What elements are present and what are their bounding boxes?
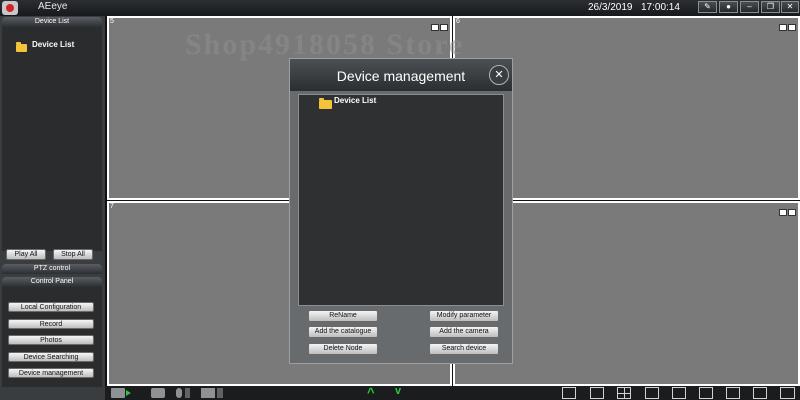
dialog-tree-root[interactable]: Device List — [334, 96, 376, 105]
layout-6-icon[interactable] — [645, 387, 659, 399]
speaker-icon[interactable] — [201, 388, 215, 398]
layout-36-icon[interactable] — [780, 387, 795, 399]
device-searching-button[interactable]: Device Searching — [8, 352, 94, 362]
stop-all-button[interactable]: Stop All — [53, 249, 93, 260]
dialog-header: Device management ✕ — [290, 59, 512, 91]
dialog-title: Device management — [336, 68, 466, 84]
cell-controls[interactable] — [778, 203, 796, 216]
layout-9-icon[interactable] — [699, 387, 713, 399]
device-list-header: Device List — [2, 17, 102, 27]
audio-level-icon[interactable] — [217, 388, 223, 398]
arrow-up-icon[interactable]: ^ — [367, 385, 375, 400]
monitor-icon[interactable] — [111, 388, 125, 398]
layout-8-icon[interactable] — [672, 387, 686, 399]
add-catalogue-button[interactable]: Add the catalogue — [308, 326, 378, 338]
play-icon[interactable] — [126, 390, 131, 396]
play-all-button[interactable]: Play All — [6, 249, 46, 260]
layout-25-icon[interactable] — [753, 387, 767, 399]
folder-icon — [319, 98, 332, 109]
camera-snapshot-icon[interactable] — [151, 388, 165, 398]
minimize-icon[interactable] — [779, 24, 787, 31]
cell-number: 5 — [110, 18, 114, 25]
ptz-control-header[interactable]: PTZ control — [2, 264, 102, 274]
layout-16-icon[interactable] — [726, 387, 740, 399]
store-watermark: Shop4918058 Store — [185, 28, 465, 61]
local-configuration-button[interactable]: Local Configuration — [8, 302, 94, 312]
layout-1-icon[interactable] — [590, 387, 604, 399]
close-icon[interactable]: ✕ — [781, 1, 799, 13]
photos-button[interactable]: Photos — [8, 335, 94, 345]
device-management-dialog: Device management ✕ Device List ReName M… — [289, 58, 513, 364]
record-button[interactable]: Record — [8, 319, 94, 329]
dialog-device-tree[interactable]: Device List — [298, 94, 504, 306]
arrow-down-icon[interactable]: v — [395, 385, 401, 397]
app-logo-icon — [2, 1, 18, 15]
cell-controls[interactable] — [430, 18, 448, 31]
edit-icon[interactable]: ✎ — [698, 1, 717, 13]
clock-time: 17:00:14 — [641, 2, 680, 13]
modify-parameter-button[interactable]: Modify parameter — [429, 310, 499, 322]
app-title: AEeye — [38, 1, 68, 12]
rename-button[interactable]: ReName — [308, 310, 378, 322]
layout-4-icon[interactable] — [617, 387, 631, 399]
layout-pip-icon[interactable] — [562, 387, 576, 399]
device-tree[interactable]: Device List — [2, 27, 102, 251]
microphone-icon[interactable] — [176, 388, 182, 398]
user-icon[interactable]: ● — [719, 1, 738, 13]
add-camera-button[interactable]: Add the camera — [429, 326, 499, 338]
search-device-button[interactable]: Search device — [429, 343, 499, 355]
device-management-button[interactable]: Device management — [8, 368, 94, 378]
minimize-icon[interactable]: – — [740, 1, 759, 13]
close-icon[interactable] — [788, 24, 796, 31]
folder-icon — [16, 42, 27, 52]
cell-controls[interactable] — [778, 18, 796, 31]
title-bar: AEeye 26/3/2019 17:00:14 ✎ ● – ❐ ✕ — [0, 0, 800, 16]
dialog-close-button[interactable]: ✕ — [489, 65, 509, 85]
cell-number: 6 — [456, 18, 460, 25]
bottom-toolbar: ^ v — [105, 385, 800, 400]
left-panel: Device List Device List Play All Stop Al… — [0, 16, 105, 400]
minimize-icon[interactable] — [779, 209, 787, 216]
close-icon[interactable] — [788, 209, 796, 216]
device-tree-root[interactable]: Device List — [32, 40, 74, 49]
clock-date: 26/3/2019 — [588, 2, 633, 13]
delete-node-button[interactable]: Delete Node — [308, 343, 378, 355]
cell-number: 7 — [110, 203, 114, 210]
volume-icon[interactable] — [185, 388, 190, 398]
restore-icon[interactable]: ❐ — [761, 1, 780, 13]
control-panel-header[interactable]: Control Panel — [2, 277, 102, 287]
